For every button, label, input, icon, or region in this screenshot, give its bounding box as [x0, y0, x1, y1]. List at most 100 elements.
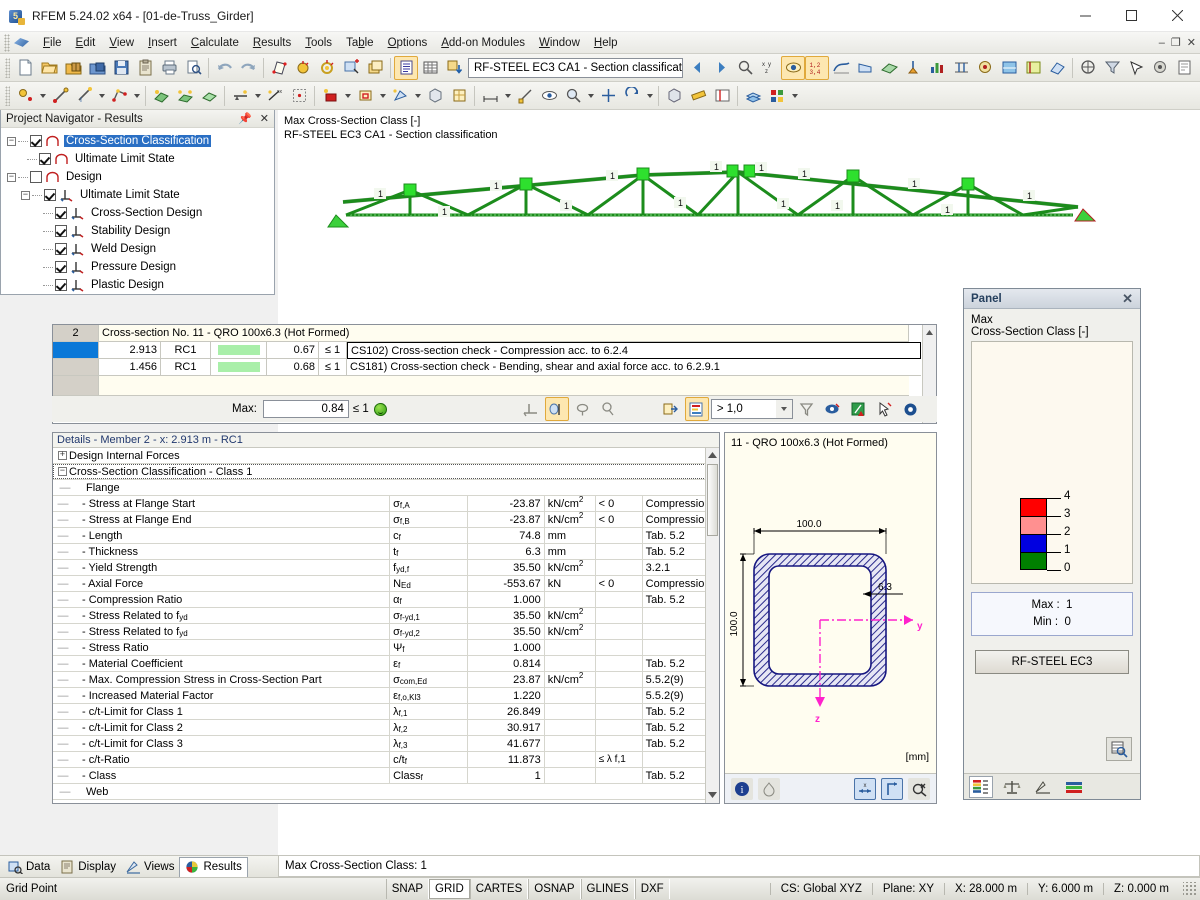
details-row[interactable]: — - c/t-Ratio c/t f 11.873 ≤ λ f,1	[53, 752, 719, 768]
cross-section-viewer[interactable]: 11 - QRO 100x6.3 (Hot Formed) 100.0 100.…	[724, 432, 937, 804]
member-result-icon[interactable]	[519, 397, 543, 421]
pick-icon[interactable]	[873, 397, 897, 421]
table-row[interactable]: 2 Cross-section No. 11 - QRO 100x6.3 (Ho…	[53, 325, 936, 342]
details-row[interactable]: — - c/t-Limit for Class 1 λ f,1 26.849 Tab…	[53, 704, 719, 720]
polyline-icon[interactable]	[107, 84, 131, 108]
combo-dropdown-arrow-icon[interactable]	[412, 84, 423, 108]
tab-views[interactable]: Views	[121, 857, 179, 877]
pan-icon[interactable]	[596, 84, 620, 108]
clipboard-icon[interactable]	[133, 56, 157, 80]
surface-result-icon[interactable]	[571, 397, 595, 421]
menu-addon-modules[interactable]: Add-on Modules	[434, 35, 532, 51]
open-folder-icon[interactable]	[37, 56, 61, 80]
no-dim-icon[interactable]	[908, 777, 930, 800]
export-icon[interactable]	[659, 397, 683, 421]
sections-icon[interactable]	[1021, 56, 1045, 80]
checkbox[interactable]	[55, 279, 67, 291]
menu-table[interactable]: Table	[339, 35, 381, 51]
section-view-icon[interactable]	[544, 397, 569, 421]
calculate-selected-icon[interactable]	[315, 56, 339, 80]
calculate-all-icon[interactable]	[291, 56, 315, 80]
table-row[interactable]: 2.913 RC1 0.67 ≤ 1 CS102) Cross-section …	[53, 342, 936, 359]
save-package-icon[interactable]	[85, 56, 109, 80]
zoom-find-icon[interactable]	[733, 56, 757, 80]
scroll-down-icon[interactable]	[708, 789, 717, 801]
row-selector[interactable]	[53, 359, 99, 376]
section-plane-icon[interactable]	[1045, 56, 1069, 80]
expander-icon[interactable]: +	[58, 451, 67, 460]
deformation-icon[interactable]	[829, 56, 853, 80]
result-table-icon[interactable]	[1076, 56, 1100, 80]
next-lc-icon[interactable]	[709, 56, 733, 80]
scroll-thumb[interactable]	[707, 464, 718, 536]
close-icon[interactable]: ✕	[1119, 291, 1136, 307]
excel-export-icon[interactable]	[847, 397, 871, 421]
more-icon[interactable]	[765, 84, 789, 108]
menu-window[interactable]: Window	[532, 35, 587, 51]
menu-file[interactable]: File	[36, 35, 69, 51]
load-dropdown-arrow-icon[interactable]	[342, 84, 353, 108]
resize-grip[interactable]	[1183, 882, 1197, 896]
mdi-close-button[interactable]: ✕	[1187, 36, 1196, 49]
menu-edit[interactable]: Edit	[69, 35, 103, 51]
surfaces-icon[interactable]	[877, 56, 901, 80]
details-row[interactable]: — - Increased Material Factor ε f,o,Kl3 1.…	[53, 688, 719, 704]
tree-item-cross-section-design[interactable]: Cross-Section Design	[5, 204, 274, 222]
expander-icon[interactable]: −	[7, 172, 16, 182]
expander-icon[interactable]: −	[21, 190, 30, 200]
max-value-field[interactable]: 0.84	[262, 400, 349, 418]
details-subgroup-row[interactable]: — Web	[53, 784, 719, 800]
ratio-filter-combo[interactable]: > 1,0	[710, 399, 793, 419]
tab-scales[interactable]	[1000, 776, 1024, 798]
chevron-down-icon[interactable]	[775, 400, 792, 418]
tree-item-stability-design[interactable]: Stability Design	[5, 222, 274, 240]
results-select-icon[interactable]	[339, 56, 363, 80]
member-icon[interactable]: I	[72, 84, 96, 108]
xyz-icon[interactable]: xyz	[757, 56, 781, 80]
zoom-icon[interactable]	[561, 84, 585, 108]
close-button[interactable]	[1154, 0, 1200, 32]
mesh-icon[interactable]	[447, 84, 471, 108]
tab-results[interactable]: Results	[179, 856, 248, 877]
mdi-minimize-button[interactable]: –	[1159, 37, 1165, 49]
visibility-icon[interactable]	[899, 397, 923, 421]
checkbox[interactable]	[55, 261, 67, 273]
dimension-icon[interactable]: x	[854, 777, 876, 800]
details-row[interactable]: — - Axial Force N Ed -553.67 kN < 0 Compre…	[53, 576, 719, 592]
support-dropdown-arrow-icon[interactable]	[252, 84, 263, 108]
details-row[interactable]: — - Compression Ratio αf 1.000 Tab. 5.2	[53, 592, 719, 608]
dim-icon[interactable]	[478, 84, 502, 108]
details-row[interactable]: — - Class Class f 1 Tab. 5.2	[53, 768, 719, 784]
tab-factors[interactable]	[1031, 776, 1055, 798]
tab-color-scale[interactable]	[969, 775, 993, 798]
snap-icon[interactable]	[513, 84, 537, 108]
checkbox[interactable]	[55, 243, 67, 255]
details-row[interactable]: — - c/t-Limit for Class 2 λ f,2 30.917 Tab…	[53, 720, 719, 736]
checkbox[interactable]	[39, 153, 51, 165]
tree-item-cross-section-classification[interactable]: − Cross-Section Classification	[5, 132, 274, 150]
help-arrow-icon[interactable]	[1196, 56, 1200, 80]
details-panel[interactable]: Details - Member 2 - x: 2.913 m - RC1 + …	[52, 432, 720, 804]
droplet-icon[interactable]	[758, 777, 780, 800]
details-row[interactable]: — - Yield Strength f yd,f 35.50 kN/cm 2 3.2…	[53, 560, 719, 576]
strain-icon[interactable]	[949, 56, 973, 80]
result-diagram-icon[interactable]	[925, 56, 949, 80]
menu-view[interactable]: View	[102, 35, 141, 51]
tree-item-pressure-design[interactable]: Pressure Design	[5, 258, 274, 276]
toggle-osnap[interactable]: OSNAP	[528, 879, 581, 899]
menu-options[interactable]: Options	[381, 35, 435, 51]
section-icon[interactable]	[710, 84, 734, 108]
details-row[interactable]: — - Length cf 74.8 mm Tab. 5.2	[53, 528, 719, 544]
details-row[interactable]: — - Stress Ratio Ψf 1.000	[53, 640, 719, 656]
toggle-dxf[interactable]: DXF	[634, 879, 670, 899]
node-result-icon[interactable]	[597, 397, 621, 421]
mdi-restore-button[interactable]: ❐	[1171, 36, 1181, 49]
line-icon[interactable]	[48, 84, 72, 108]
print-report-icon[interactable]	[1172, 56, 1196, 80]
grid-icon[interactable]	[287, 84, 311, 108]
row-selector[interactable]	[53, 376, 99, 396]
solid-icon[interactable]	[173, 84, 197, 108]
pin-icon[interactable]: 📌	[235, 112, 255, 125]
details-scrollbar[interactable]	[705, 448, 719, 803]
measure-icon[interactable]	[686, 84, 710, 108]
